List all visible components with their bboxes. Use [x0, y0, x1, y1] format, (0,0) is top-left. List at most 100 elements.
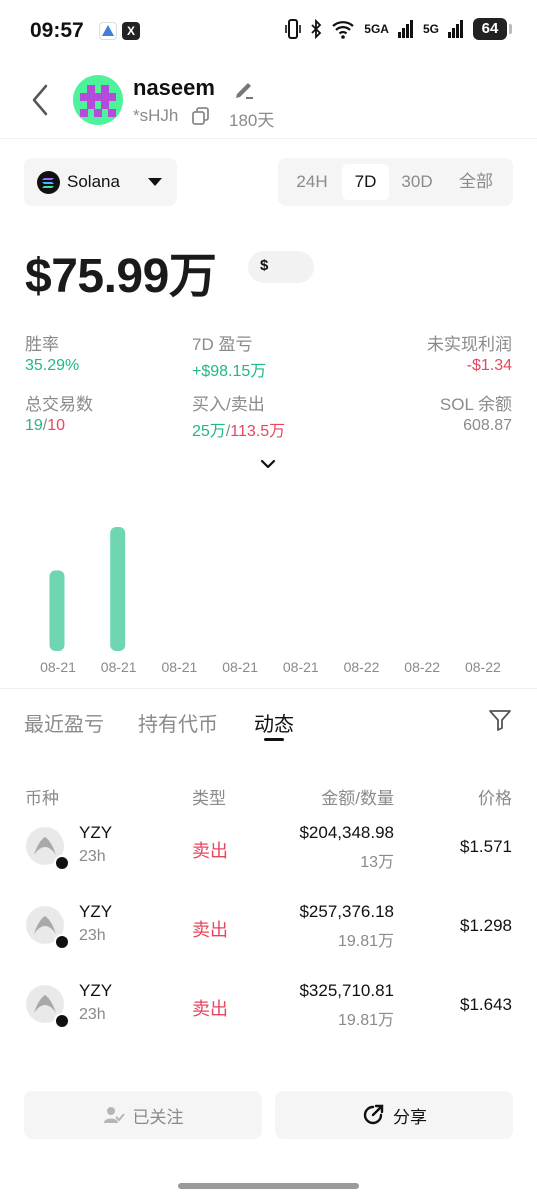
total-trades-label: 总交易数	[25, 395, 93, 414]
active-tab-indicator	[264, 738, 284, 741]
trade-type: 卖出	[192, 920, 228, 940]
home-indicator[interactable]	[178, 1183, 359, 1189]
tab-holdings[interactable]: 持有代币	[138, 708, 218, 737]
sol-balance-label: SOL 余额	[439, 395, 512, 414]
divider	[0, 688, 537, 689]
solana-badge-icon	[54, 1013, 70, 1029]
chart-bar	[49, 570, 65, 651]
chart-x-tick-label: 08-21	[222, 659, 258, 675]
edit-icon[interactable]	[233, 78, 255, 100]
column-type: 类型	[192, 789, 226, 808]
status-indicators: 5GA 5G 64	[285, 18, 512, 40]
buy-amount: 25万	[192, 423, 226, 440]
network-5g-label: 5G	[422, 22, 439, 36]
table-row[interactable]: YZY 23h 卖出 $325,710.81 19.81万 $1.643	[0, 981, 537, 1051]
tab-7d[interactable]: 7D	[342, 164, 389, 200]
expand-button[interactable]	[258, 457, 278, 473]
currency-symbol: $	[260, 257, 269, 274]
chevron-left-icon	[32, 84, 48, 116]
tab-24h[interactable]: 24H	[286, 164, 338, 200]
trades-sell-count: 10	[47, 417, 66, 434]
token-age: 23h	[79, 1006, 106, 1023]
trade-price: $1.643	[460, 995, 512, 1014]
x-icon: X	[122, 22, 140, 40]
tab-recent-pnl[interactable]: 最近盈亏	[24, 708, 104, 737]
chart-x-tick-label: 08-22	[404, 659, 440, 675]
trade-quantity: 19.81万	[337, 933, 394, 950]
chain-selector[interactable]: Solana	[24, 158, 177, 206]
trade-amount: $257,376.18	[299, 902, 394, 921]
token-name: YZY	[79, 981, 113, 1000]
divider	[0, 138, 537, 139]
back-button[interactable]	[26, 80, 56, 120]
sol-balance-value: 608.87	[463, 417, 512, 434]
buy-sell-value: 25万/113.5万	[192, 417, 285, 441]
period-tabs: 24H 7D 30D 全部	[278, 158, 513, 206]
solana-badge-icon	[54, 855, 70, 871]
pnl-bar-chart: 08-21 08-21 08-21 08-21 08-21 08-22 08-22 08-22	[40, 527, 501, 675]
battery-icon: 64	[473, 18, 512, 40]
wallet-age: 180天	[229, 111, 275, 130]
trades-buy-count: 19	[25, 417, 43, 434]
trade-price: $1.571	[460, 837, 512, 856]
share-label: 分享	[393, 1107, 427, 1127]
pnl-value: +$98.15万	[192, 363, 267, 380]
tab-all[interactable]: 全部	[448, 164, 504, 200]
chevron-down-icon	[260, 459, 276, 469]
signal-icon	[397, 20, 413, 38]
app-icon	[99, 22, 117, 40]
wallet-address: *sHJh	[133, 106, 179, 125]
win-rate-label: 胜率	[25, 335, 59, 354]
solana-icon	[37, 171, 60, 194]
token-age: 23h	[79, 848, 106, 865]
filter-icon[interactable]	[488, 708, 512, 732]
vibrate-icon	[285, 19, 302, 39]
share-icon	[363, 1104, 384, 1125]
unrealized-label: 未实现利润	[427, 335, 512, 354]
currency-toggle[interactable]: $	[248, 251, 314, 283]
token-age: 23h	[79, 927, 106, 944]
column-price: 价格	[478, 789, 512, 808]
user-check-icon	[103, 1107, 125, 1123]
tab-30d[interactable]: 30D	[392, 164, 442, 200]
token-name: YZY	[79, 902, 113, 921]
tab-activity[interactable]: 动态	[254, 708, 294, 737]
trade-amount: $325,710.81	[299, 981, 394, 1000]
buy-sell-label: 买入/卖出	[192, 395, 265, 414]
chart-x-tick-label: 08-21	[101, 659, 137, 675]
bluetooth-icon	[311, 19, 322, 39]
network-5ga-label: 5GA	[364, 22, 389, 36]
total-balance: $75.99万	[25, 250, 217, 303]
trade-price: $1.298	[460, 916, 512, 935]
table-row[interactable]: YZY 23h 卖出 $204,348.98 13万 $1.571	[0, 823, 537, 893]
followed-button[interactable]: 已关注	[24, 1091, 262, 1139]
avatar	[73, 75, 123, 125]
pnl-label: 7D 盈亏	[192, 335, 253, 354]
chart-x-tick-label: 08-21	[283, 659, 319, 675]
token-name: YZY	[79, 823, 113, 842]
chart-x-tick-label: 08-21	[40, 659, 76, 675]
chain-label: Solana	[67, 172, 120, 191]
share-button[interactable]: 分享	[275, 1091, 513, 1139]
trade-type: 卖出	[192, 841, 228, 861]
chart-x-tick-label: 08-22	[465, 659, 501, 675]
username: naseem	[133, 75, 215, 100]
total-trades-value: 19/10	[25, 417, 65, 435]
table-row[interactable]: YZY 23h 卖出 $257,376.18 19.81万 $1.298	[0, 902, 537, 972]
unrealized-value: -$1.34	[466, 357, 512, 374]
column-token: 币种	[25, 789, 59, 808]
chart-x-tick-label: 08-21	[161, 659, 197, 675]
solana-badge-icon	[54, 934, 70, 950]
wifi-icon	[332, 21, 355, 39]
status-time: 09:57	[30, 19, 84, 42]
copy-icon[interactable]	[191, 106, 211, 126]
trade-type: 卖出	[192, 999, 228, 1019]
chart-bar	[110, 527, 126, 651]
trade-quantity: 13万	[360, 854, 394, 871]
trade-amount: $204,348.98	[299, 823, 394, 842]
sell-amount: 113.5万	[230, 423, 286, 440]
followed-label: 已关注	[132, 1107, 184, 1127]
caret-down-icon	[148, 178, 162, 186]
status-bar: 09:57 X 5GA 5G 64	[0, 0, 537, 64]
column-amount: 金额/数量	[321, 789, 394, 808]
